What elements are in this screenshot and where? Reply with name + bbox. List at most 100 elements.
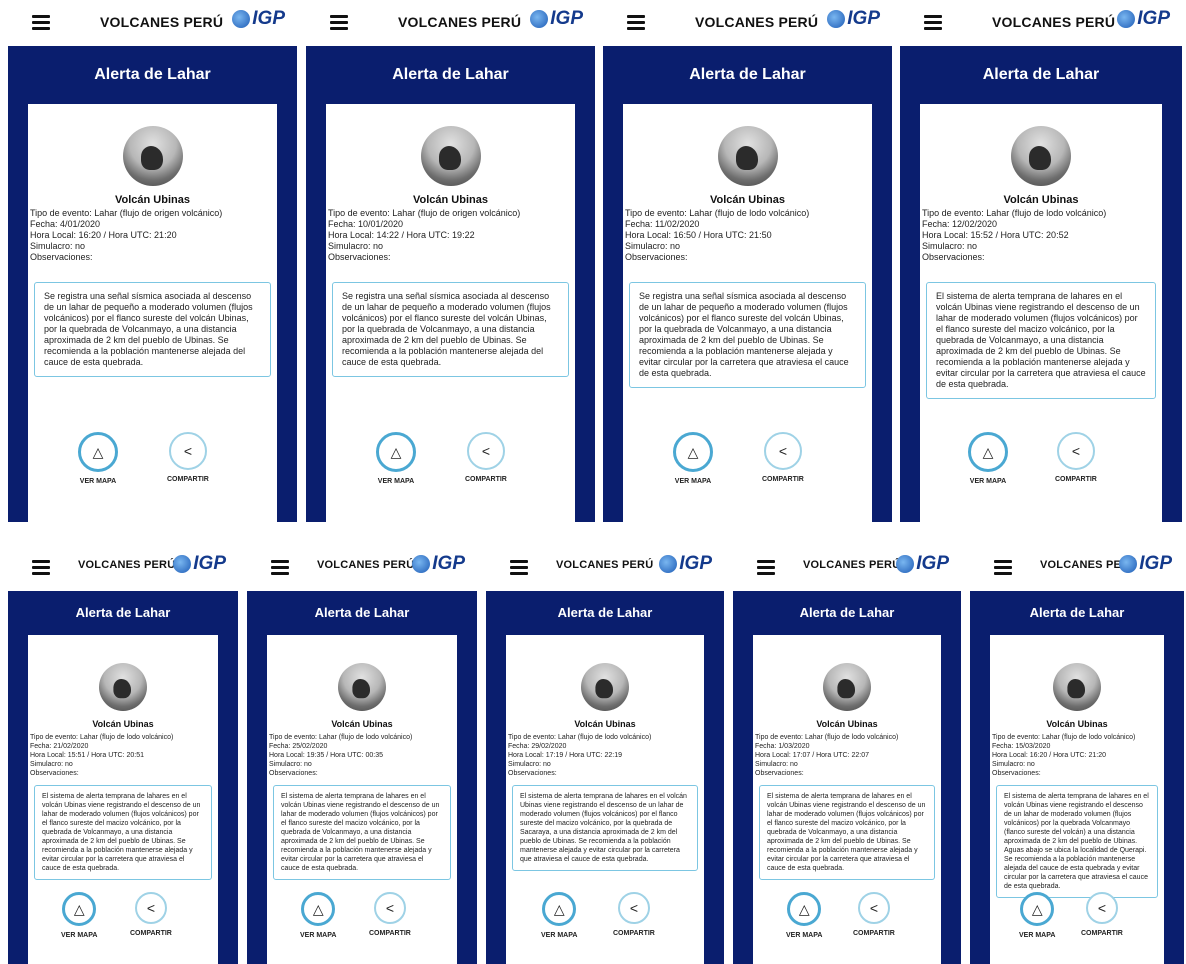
- screen-title: Alerta de Lahar: [557, 605, 653, 620]
- app-brand: VOLCANES PERÚ: [317, 559, 415, 571]
- observations-label: Observaciones:: [328, 252, 391, 262]
- menu-icon[interactable]: [924, 15, 942, 33]
- event-date: Fecha: 21/02/2020: [30, 743, 89, 750]
- menu-icon[interactable]: [510, 560, 528, 578]
- event-type: Tipo de evento: Lahar (flujo de lodo vol…: [30, 734, 174, 741]
- app-brand: VOLCANES PERÚ: [695, 14, 819, 30]
- volcano-photo: [420, 126, 481, 186]
- volcano-photo: [338, 663, 386, 711]
- screen-8: VOLCANES PERÚ IGP Alerta de Lahar Volcán…: [733, 545, 961, 964]
- igp-logo: IGP: [896, 553, 949, 575]
- ver-mapa-button[interactable]: △ VER MAPA: [541, 892, 577, 939]
- screen-3: VOLCANES PERÚ IGP Alerta de Lahar Volcán…: [603, 0, 892, 522]
- compartir-button[interactable]: < COMPARTIR: [853, 892, 895, 937]
- logo-text: IGP: [252, 8, 285, 29]
- globe-icon: [173, 555, 192, 573]
- volcano-photo: [823, 663, 871, 711]
- globe-icon: [659, 555, 678, 573]
- logo-text: IGP: [1137, 8, 1170, 29]
- menu-icon[interactable]: [271, 560, 289, 578]
- volcano-name: Volcán Ubinas: [92, 719, 154, 729]
- ver-mapa-button[interactable]: △ VER MAPA: [1019, 892, 1055, 939]
- event-date: Fecha: 1/03/2020: [755, 743, 810, 750]
- compartir-button[interactable]: < COMPARTIR: [167, 432, 209, 483]
- alert-card: Volcán Ubinas Tipo de evento: Lahar (flu…: [990, 635, 1164, 964]
- alert-card: Volcán Ubinas Tipo de evento: Lahar (flu…: [623, 104, 872, 522]
- event-time: Hora Local: 16:20 / Hora UTC: 21:20: [992, 752, 1107, 759]
- event-drill: Simulacro: no: [508, 761, 551, 768]
- compartir-label: COMPARTIR: [130, 930, 172, 937]
- compartir-button[interactable]: < COMPARTIR: [762, 432, 804, 483]
- event-drill: Simulacro: no: [328, 241, 384, 251]
- event-time: Hora Local: 16:50 / Hora UTC: 21:50: [625, 230, 772, 240]
- ver-mapa-button[interactable]: △ VER MAPA: [300, 892, 336, 939]
- observations-box: El sistema de alerta temprana de lahares…: [512, 785, 698, 871]
- menu-icon[interactable]: [330, 15, 348, 33]
- menu-icon[interactable]: [627, 15, 645, 33]
- map-icon: △: [390, 444, 402, 460]
- igp-logo: IGP: [1119, 553, 1172, 575]
- event-date: Fecha: 12/02/2020: [922, 219, 998, 229]
- event-drill: Simulacro: no: [269, 761, 312, 768]
- menu-icon[interactable]: [994, 560, 1012, 578]
- app-header: VOLCANES PERÚ IGP: [900, 0, 1182, 46]
- volcano-name: Volcán Ubinas: [115, 194, 190, 206]
- app-brand: VOLCANES PERÚ: [803, 559, 901, 571]
- menu-icon[interactable]: [32, 560, 50, 578]
- compartir-button[interactable]: < COMPARTIR: [1081, 892, 1123, 937]
- ver-mapa-label: VER MAPA: [377, 478, 415, 485]
- ver-mapa-button[interactable]: △ VER MAPA: [61, 892, 97, 939]
- observations-box: El sistema de alerta temprana de lahares…: [34, 785, 212, 880]
- compartir-button[interactable]: < COMPARTIR: [130, 892, 172, 937]
- event-type: Tipo de evento: Lahar (flujo de origen v…: [328, 208, 521, 218]
- logo-text: IGP: [432, 553, 465, 574]
- alert-area: Alerta de Lahar Volcán Ubinas Tipo de ev…: [8, 591, 238, 964]
- event-date: Fecha: 25/02/2020: [269, 743, 328, 750]
- ver-mapa-button[interactable]: △ VER MAPA: [673, 432, 713, 485]
- alert-card: Volcán Ubinas Tipo de evento: Lahar (flu…: [920, 104, 1162, 522]
- alert-area: Alerta de Lahar Volcán Ubinas Tipo de ev…: [970, 591, 1184, 964]
- map-icon: △: [1031, 901, 1043, 917]
- event-date: Fecha: 29/02/2020: [508, 743, 567, 750]
- volcano-name: Volcán Ubinas: [816, 719, 878, 729]
- igp-logo: IGP: [659, 553, 712, 575]
- app-brand: VOLCANES PERÚ: [398, 14, 522, 30]
- globe-icon: [530, 10, 549, 28]
- map-icon: △: [553, 901, 565, 917]
- ver-mapa-button[interactable]: △ VER MAPA: [78, 432, 118, 485]
- event-type: Tipo de evento: Lahar (flujo de lodo vol…: [269, 734, 413, 741]
- compartir-button[interactable]: < COMPARTIR: [465, 432, 507, 483]
- menu-icon[interactable]: [757, 560, 775, 578]
- observations-label: Observaciones:: [269, 770, 318, 777]
- event-type: Tipo de evento: Lahar (flujo de lodo vol…: [755, 734, 899, 741]
- globe-icon: [827, 10, 846, 28]
- ver-mapa-button[interactable]: △ VER MAPA: [786, 892, 822, 939]
- share-icon: <: [778, 443, 788, 459]
- event-info: Tipo de evento: Lahar (flujo de lodo vol…: [922, 208, 1160, 263]
- screen-7: VOLCANES PERÚ IGP Alerta de Lahar Volcán…: [486, 545, 724, 964]
- globe-icon: [896, 555, 915, 573]
- volcano-photo: [581, 663, 629, 711]
- ver-mapa-button[interactable]: △ VER MAPA: [376, 432, 416, 485]
- compartir-button[interactable]: < COMPARTIR: [613, 892, 655, 937]
- screen-title: Alerta de Lahar: [94, 66, 211, 83]
- screen-6: VOLCANES PERÚ IGP Alerta de Lahar Volcán…: [247, 545, 477, 964]
- app-header: VOLCANES PERÚ IGP: [486, 545, 724, 591]
- share-icon: <: [481, 443, 491, 459]
- ver-mapa-label: VER MAPA: [61, 932, 98, 939]
- map-icon: △: [982, 444, 994, 460]
- app-header: VOLCANES PERÚ IGP: [8, 545, 238, 591]
- menu-icon[interactable]: [32, 15, 50, 33]
- compartir-label: COMPARTIR: [1055, 476, 1097, 483]
- ver-mapa-button[interactable]: △ VER MAPA: [968, 432, 1008, 485]
- compartir-button[interactable]: < COMPARTIR: [1055, 432, 1097, 483]
- compartir-button[interactable]: < COMPARTIR: [369, 892, 411, 937]
- ver-mapa-label: VER MAPA: [79, 478, 117, 485]
- event-date: Fecha: 15/03/2020: [992, 743, 1051, 750]
- event-info: Tipo de evento: Lahar (flujo de origen v…: [328, 208, 573, 263]
- event-time: Hora Local: 16:20 / Hora UTC: 21:20: [30, 230, 177, 240]
- volcano-photo: [122, 126, 183, 186]
- volcano-name: Volcán Ubinas: [331, 719, 393, 729]
- observations-label: Observaciones:: [922, 252, 985, 262]
- event-drill: Simulacro: no: [922, 241, 978, 251]
